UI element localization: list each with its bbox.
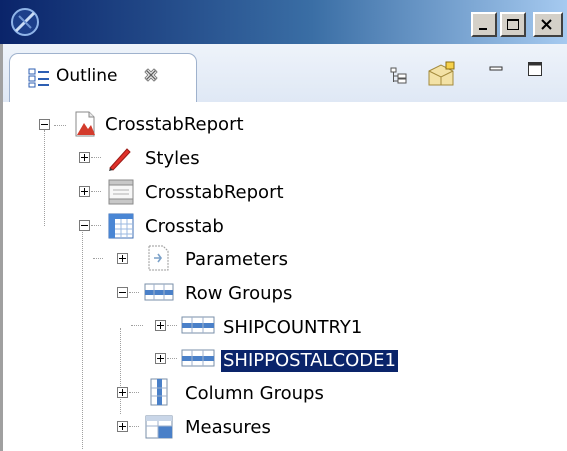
- tab-outline[interactable]: Outline: [9, 53, 197, 102]
- tree-item-label[interactable]: Column Groups: [183, 383, 326, 405]
- row-group-icon: [144, 283, 174, 301]
- collapse-toggle[interactable]: [117, 287, 128, 298]
- tree-item-label[interactable]: CrosstabReport: [143, 182, 286, 204]
- tree-item-label-selected[interactable]: SHIPPOSTALCODE1: [220, 349, 399, 373]
- tab-outline-label: Outline: [56, 66, 118, 86]
- crosstab-icon: [108, 213, 134, 239]
- column-group-icon: [150, 378, 168, 406]
- expand-toggle[interactable]: [155, 320, 166, 331]
- minimize-button[interactable]: [471, 12, 497, 37]
- row-group-item-icon: [181, 316, 215, 334]
- expand-toggle[interactable]: [117, 421, 128, 432]
- expand-all-icon[interactable]: [390, 67, 408, 85]
- collapse-toggle[interactable]: [79, 220, 90, 231]
- close-icon[interactable]: [143, 67, 159, 83]
- collapse-toggle[interactable]: [39, 119, 50, 130]
- tree-item-label[interactable]: Parameters: [183, 249, 290, 271]
- outline-view-icon: [28, 68, 49, 88]
- measures-icon: [145, 415, 173, 439]
- view-tab-bar: Outline: [3, 44, 567, 103]
- master-page-icon: [108, 179, 134, 205]
- tree-connector: [93, 258, 103, 260]
- tree-item-label[interactable]: SHIPCOUNTRY1: [221, 317, 364, 339]
- tree-connector: [91, 225, 101, 227]
- tree-item-label[interactable]: Styles: [143, 148, 202, 170]
- tree-connector: [129, 292, 139, 294]
- minimize-icon: [479, 28, 487, 30]
- tree-item-label[interactable]: CrosstabReport: [103, 114, 246, 136]
- close-window-icon: [541, 19, 552, 30]
- maximize-view-icon[interactable]: [527, 61, 543, 77]
- tree-item-label[interactable]: Crosstab: [143, 216, 226, 238]
- report-icon: [75, 111, 95, 137]
- parameters-icon: [148, 245, 169, 271]
- tree-connector: [91, 191, 101, 193]
- tree-connector: [129, 426, 139, 428]
- app-icon: [11, 8, 39, 36]
- tree-connector: [82, 228, 84, 449]
- row-group-item-icon: [181, 349, 215, 367]
- tree-connector: [44, 130, 46, 226]
- outline-tree: CrosstabReport Styles CrosstabReport Cro: [3, 102, 567, 451]
- outline-view: Outline CrosstabReport Styles CrosstabRe…: [0, 44, 567, 451]
- close-button[interactable]: [533, 12, 563, 37]
- tree-connector: [54, 125, 66, 127]
- tree-connector: [167, 358, 177, 360]
- tree-item-label[interactable]: Row Groups: [183, 283, 294, 305]
- title-bar: [0, 0, 567, 44]
- pencil-icon: [109, 148, 131, 171]
- expand-toggle[interactable]: [117, 387, 128, 398]
- expand-toggle[interactable]: [79, 186, 90, 197]
- expand-toggle[interactable]: [79, 152, 90, 163]
- expand-toggle[interactable]: [155, 353, 166, 364]
- tree-connector: [129, 392, 139, 394]
- expand-toggle[interactable]: [117, 253, 128, 264]
- minimize-view-icon[interactable]: [489, 64, 503, 74]
- maximize-icon: [507, 19, 519, 30]
- tree-connector: [167, 325, 177, 327]
- tree-connector: [131, 325, 143, 327]
- tree-connector: [91, 157, 101, 159]
- tree-item-label[interactable]: Measures: [183, 417, 273, 439]
- filter-icon[interactable]: [427, 61, 457, 87]
- tree-connector: [120, 328, 122, 414]
- maximize-button[interactable]: [500, 12, 526, 37]
